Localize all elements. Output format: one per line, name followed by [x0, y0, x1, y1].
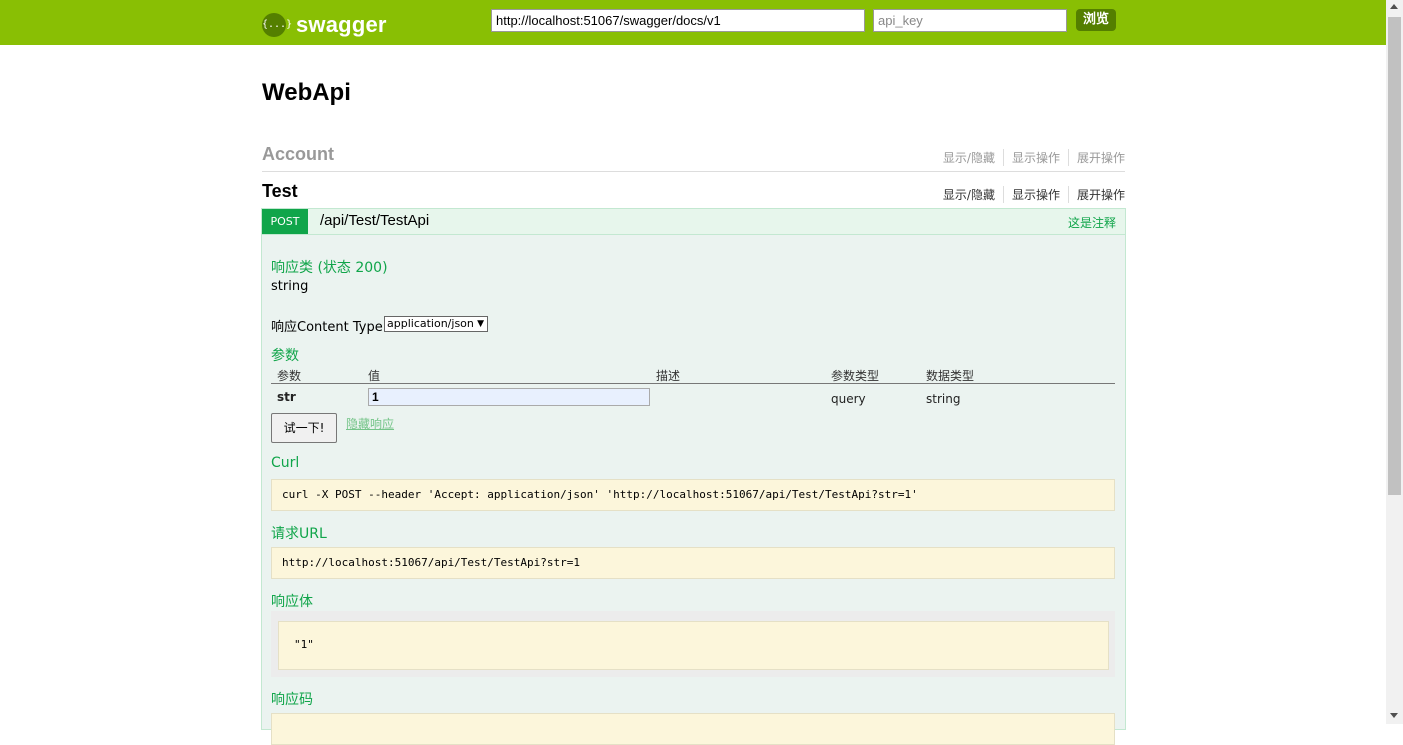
table-row: str query string [271, 388, 1115, 410]
swagger-icon: {...} [262, 13, 292, 37]
api-key-input[interactable] [873, 9, 1067, 32]
hide-response-link[interactable]: 隐藏响应 [346, 415, 394, 432]
response-body-heading: 响应体 [271, 594, 313, 610]
operation-summary[interactable]: 这是注释 [1068, 214, 1116, 231]
resource-account-actions: 显示/隐藏 显示操作 展开操作 [935, 149, 1125, 166]
scroll-down-arrow-icon[interactable] [1390, 713, 1398, 718]
param-value-input[interactable] [368, 388, 650, 406]
content-type-value: application/json [387, 317, 474, 330]
spec-url-input[interactable] [491, 9, 865, 32]
divider [262, 171, 1125, 172]
request-url-block: http://localhost:51067/api/Test/TestApi?… [271, 547, 1115, 579]
logo-text: swagger [296, 12, 387, 37]
curl-text: curl -X POST --header 'Accept: applicati… [282, 488, 918, 501]
curl-block: curl -X POST --header 'Accept: applicati… [271, 479, 1115, 511]
scroll-up-arrow-icon[interactable] [1390, 4, 1398, 9]
parameters-table-header: 参数 值 描述 参数类型 数据类型 [271, 366, 1115, 384]
response-code-block [271, 713, 1115, 745]
toggle-show-hide-link[interactable]: 显示/隐藏 [935, 149, 1004, 166]
expand-operations-link[interactable]: 展开操作 [1069, 186, 1125, 203]
response-code-heading: 响应码 [271, 692, 313, 708]
list-operations-link[interactable]: 显示操作 [1004, 186, 1069, 203]
content-type-select[interactable]: application/json ▼ [384, 316, 488, 332]
try-it-out-button[interactable]: 试一下! [271, 413, 337, 443]
request-url-text: http://localhost:51067/api/Test/TestApi?… [282, 556, 581, 569]
resource-test[interactable]: Test [262, 181, 298, 202]
resource-test-actions: 显示/隐藏 显示操作 展开操作 [935, 186, 1125, 203]
http-method-badge[interactable]: POST [262, 209, 308, 234]
operation-panel: POST /api/Test/TestApi 这是注释 响应类 (状态 200)… [261, 208, 1126, 745]
top-bar: {...} swagger 浏览 [0, 0, 1386, 45]
response-class-heading: 响应类 (状态 200) [271, 260, 388, 276]
page-title: WebApi [262, 79, 351, 106]
col-data-type: 数据类型 [926, 369, 975, 383]
resource-account[interactable]: Account [262, 144, 334, 165]
request-url-heading: 请求URL [271, 526, 327, 542]
operation-header[interactable]: POST /api/Test/TestApi 这是注释 [262, 209, 1125, 235]
parameters-heading: 参数 [271, 348, 299, 364]
param-data-type: string [926, 392, 961, 406]
explore-button[interactable]: 浏览 [1076, 9, 1116, 31]
response-body-container: "1" [271, 611, 1115, 677]
chevron-down-icon: ▼ [477, 319, 484, 329]
col-parameter: 参数 [277, 369, 302, 383]
expand-operations-link[interactable]: 展开操作 [1069, 149, 1125, 166]
toggle-show-hide-link[interactable]: 显示/隐藏 [935, 186, 1004, 203]
curl-heading: Curl [271, 455, 300, 471]
content-type-label: 响应Content Type [271, 320, 383, 335]
response-body-block: "1" [278, 621, 1109, 670]
list-operations-link[interactable]: 显示操作 [1004, 149, 1069, 166]
col-description: 描述 [656, 369, 681, 383]
swagger-logo[interactable]: {...} swagger [262, 12, 387, 38]
param-type: query [831, 392, 866, 406]
scroll-thumb[interactable] [1388, 17, 1401, 495]
col-param-type: 参数类型 [831, 369, 880, 383]
response-class-type: string [271, 279, 309, 294]
col-value: 值 [368, 369, 381, 383]
param-name: str [277, 390, 296, 404]
operation-path[interactable]: /api/Test/TestApi [320, 212, 429, 229]
response-body-text: "1" [294, 638, 314, 651]
